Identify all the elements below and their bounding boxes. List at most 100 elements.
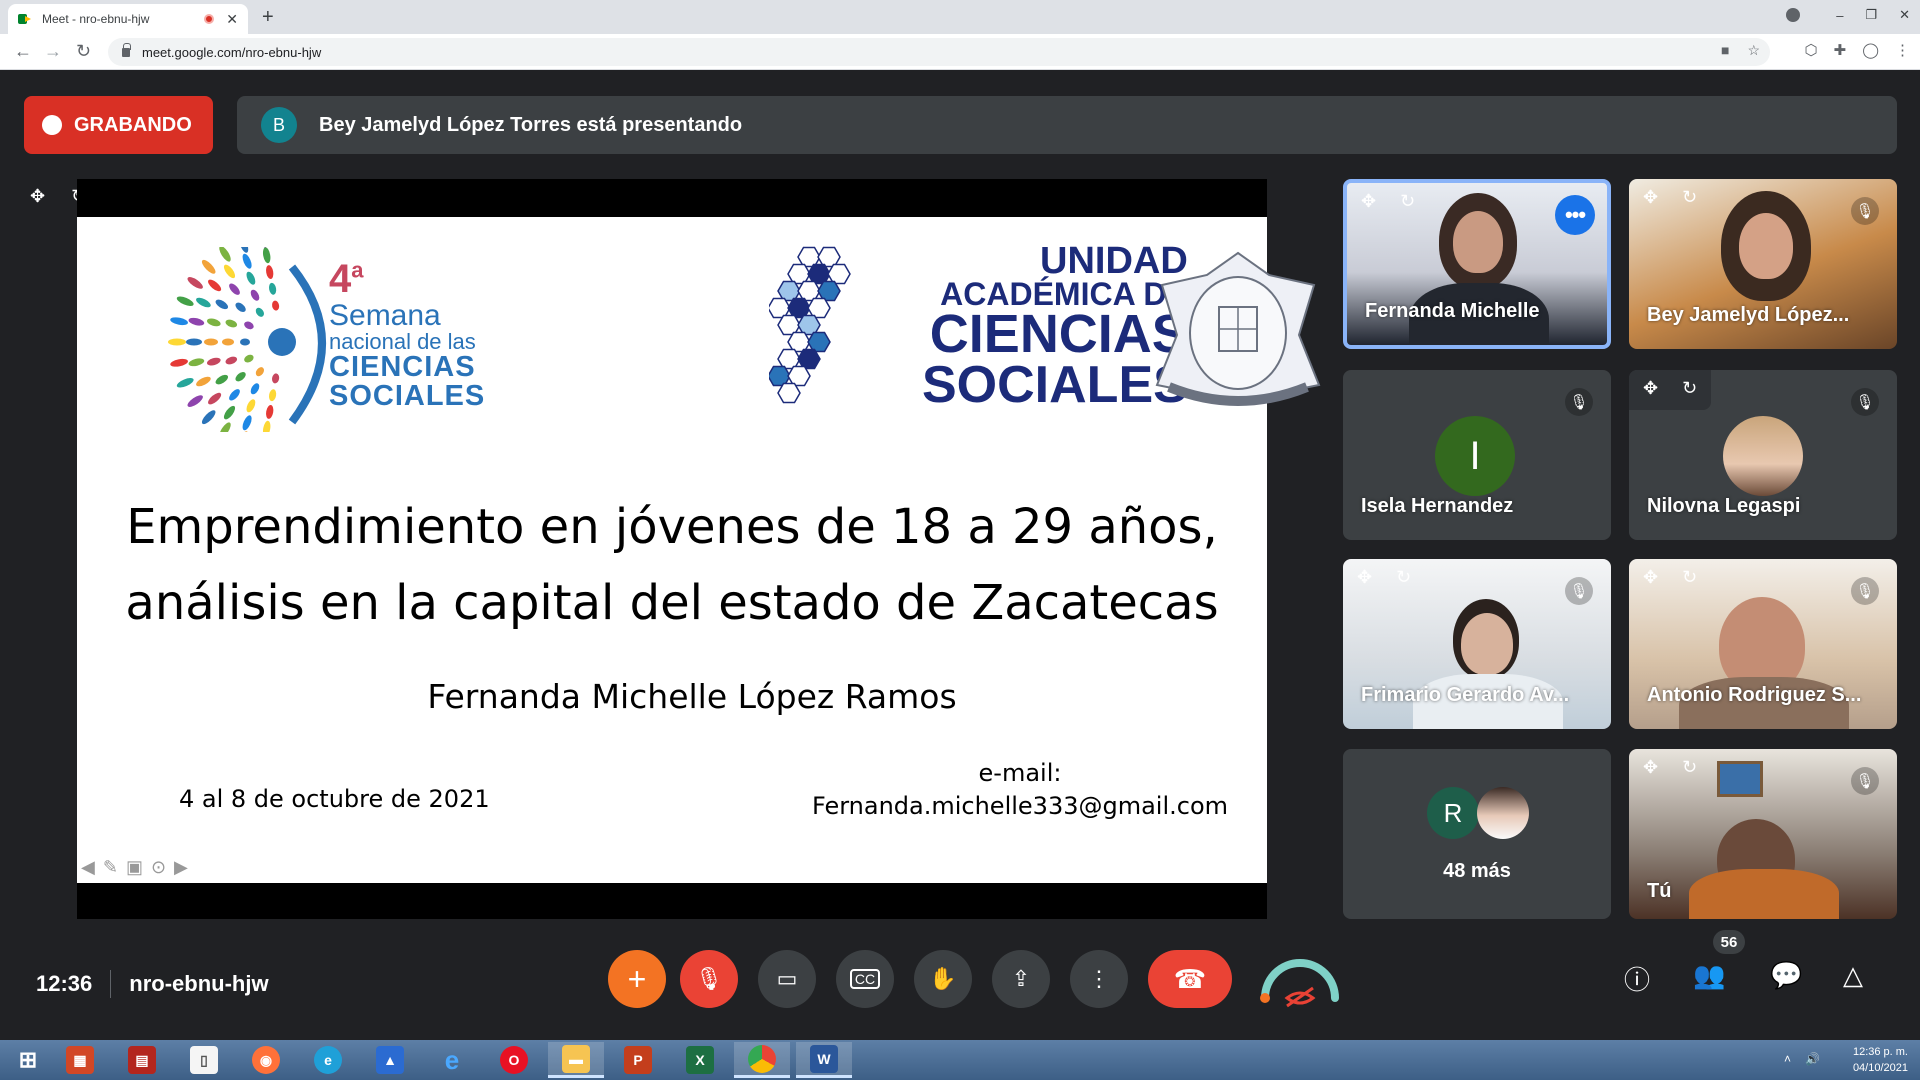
present-screen-button[interactable]: ⇪ [992,950,1050,1008]
captions-button[interactable]: CC [836,950,894,1008]
move-arrows-icon[interactable]: ✥ [1643,757,1658,781]
taskbar-app[interactable] [734,1042,790,1078]
participant-tile[interactable]: I 🎙 Isela Hernandez [1343,370,1611,540]
slides-grid-icon[interactable]: ▣ [126,857,143,878]
start-button[interactable]: ⊞ [0,1042,56,1078]
profile-avatar-icon[interactable]: ◯ [1862,41,1879,59]
forward-arrow-icon[interactable]: → [44,41,62,62]
chat-icon[interactable]: 💬 [1770,960,1802,991]
more-options-button[interactable]: ⋮ [1070,950,1128,1008]
camera-toggle-button[interactable]: ▭ [758,950,816,1008]
microphone-toggle-button[interactable]: 🎙 [680,950,738,1008]
refresh-icon[interactable]: ↻ [1682,187,1697,211]
logo-hexagon [787,297,811,319]
participant-name: Tú [1647,880,1672,902]
logo-petal [168,338,186,346]
email-address: Fernanda.michelle333@gmail.com [811,792,1229,820]
meeting-details-info-icon[interactable]: ⓘ [1624,960,1650,997]
move-arrows-icon[interactable]: ✥ [1357,567,1372,591]
restore-button[interactable]: ❐ [1865,7,1877,23]
taskbar-app[interactable]: ▬ [548,1042,604,1078]
taskbar-app[interactable]: ▯ [176,1042,232,1078]
taskbar-app[interactable]: e [424,1042,480,1078]
move-arrows-icon[interactable]: ✥ [1643,567,1658,591]
taskbar-app[interactable]: O [486,1042,542,1078]
refresh-icon[interactable]: ↻ [1400,191,1415,215]
slide-title-line1: Emprendimiento en jóvenes de 18 a 29 año… [126,499,1218,555]
more-options-icon[interactable]: ⊙ [151,857,166,878]
participant-tile[interactable]: ✥ ↻ 🎙 Antonio Rodriguez S... [1629,559,1897,729]
close-window-button[interactable]: ✕ [1899,7,1910,23]
network-gauge-icon[interactable] [1257,948,1343,1012]
url-bar[interactable]: meet.google.com/nro-ebnu-hjw [108,38,1770,66]
raise-hand-button[interactable]: ✋ [914,950,972,1008]
taskbar-app[interactable]: X [672,1042,728,1078]
move-arrows-icon[interactable]: ✥ [1643,187,1658,211]
bookmark-star-icon[interactable]: ☆ [1747,42,1760,59]
logo-petal [207,318,221,327]
record-dot-icon [42,115,62,135]
logo-hexagon [769,365,791,387]
browser-tab[interactable]: Meet - nro-ebnu-hjw ✕ [8,4,248,34]
show-hidden-icons-icon[interactable]: ˄ [1784,1052,1791,1066]
reload-icon[interactable]: ↻ [76,41,91,62]
taskbar-app[interactable]: e [300,1042,356,1078]
self-view-tile[interactable]: ✥ ↻ 🎙 Tú [1629,749,1897,919]
refresh-icon[interactable]: ↻ [1682,378,1697,402]
logo-hexagon [807,263,831,285]
taskbar-app[interactable]: W [796,1042,852,1078]
taskbar-app[interactable]: P [610,1042,666,1078]
windows-taskbar: ⊞ ▦ ▤ ▯ ◉ e ▲ e O ▬ P X W ˄ 🔊 12:36 p. m… [0,1040,1920,1080]
logo-petal [262,420,271,432]
participant-tile[interactable]: ✥ ↻ 🎙 Nilovna Legaspi [1629,370,1897,540]
move-arrows-icon[interactable]: ✥ [1643,378,1658,402]
firefox-icon: ◉ [252,1046,280,1074]
slide-date: 4 al 8 de octubre de 2021 [179,785,490,813]
move-arrows-icon[interactable]: ✥ [30,186,45,207]
volume-icon[interactable]: 🔊 [1805,1052,1820,1066]
logo-superscript: a [351,257,364,283]
email-label: e-mail: [978,759,1062,787]
next-slide-icon[interactable]: ▶ [174,857,188,878]
add-button[interactable]: + [608,950,666,1008]
leave-call-button[interactable]: ☎ [1148,950,1232,1008]
tab-close-button[interactable]: ✕ [226,11,238,28]
pen-icon[interactable]: ✎ [103,857,118,878]
back-arrow-icon[interactable]: ← [14,41,32,62]
tile-controls: ✥ ↻ [1629,370,1712,410]
logo-petal [260,247,268,248]
previous-slide-icon[interactable]: ◀ [81,857,95,878]
move-arrows-icon[interactable]: ✥ [1361,191,1376,215]
closed-captions-icon: CC [849,969,881,989]
more-options-button[interactable]: ••• [1555,195,1595,235]
browser-menu-icon[interactable]: ⋮ [1895,41,1910,59]
meet-main: GRABANDO B Bey Jamelyd López Torres está… [0,70,1920,1040]
refresh-icon[interactable]: ↻ [1396,567,1411,591]
refresh-icon[interactable]: ↻ [1682,757,1697,781]
cube-extension-icon[interactable]: ⬡ [1805,41,1818,59]
camera-in-use-icon[interactable]: ■ [1721,42,1729,59]
participant-tile[interactable]: ✥ ↻ 🎙 Frimario Gerardo Av... [1343,559,1611,729]
puzzle-extensions-icon[interactable]: ✚ [1834,41,1847,59]
logo-petal [235,302,246,312]
minimize-button[interactable]: – [1836,8,1843,23]
meeting-info: 12:36 nro-ebnu-hjw [36,970,269,998]
profile-menu-icon[interactable] [1786,8,1800,22]
taskbar-app[interactable]: ▦ [52,1042,108,1078]
new-tab-button[interactable]: + [262,6,274,29]
taskbar-app[interactable]: ▤ [114,1042,170,1078]
meeting-code: nro-ebnu-hjw [129,971,269,996]
taskbar-clock[interactable]: 12:36 p. m. 04/10/2021 [1853,1044,1908,1076]
recording-button[interactable]: GRABANDO [24,96,213,154]
more-participants-tile[interactable]: R 48 más [1343,749,1611,919]
people-icon[interactable]: 👥 [1693,960,1725,991]
participant-tile[interactable]: ✥ ↻ 🎙 Bey Jamelyd López... [1629,179,1897,349]
taskbar-app[interactable]: ◉ [238,1042,294,1078]
activities-shapes-icon[interactable]: △ [1843,960,1863,991]
refresh-icon[interactable]: ↻ [1682,567,1697,591]
logo-hexagon [769,297,791,319]
logo-hexagon [817,246,841,268]
participant-tile[interactable]: ✥ ↻ ••• Fernanda Michelle [1343,179,1611,349]
taskbar-app[interactable]: ▲ [362,1042,418,1078]
logo-number: 4 [329,257,352,301]
